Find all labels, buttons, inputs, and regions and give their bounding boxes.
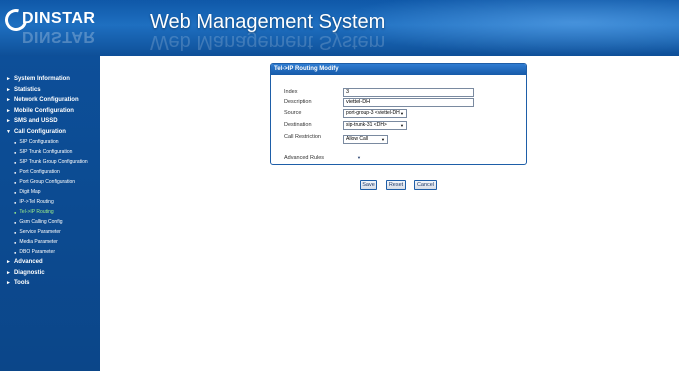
bullet-icon: ► [6,269,11,276]
bullet-icon: ► [6,118,11,125]
bullet-icon: ● [14,229,17,235]
sidebar-item-label: Tools [13,280,30,287]
sidebar-subitem-label: SIP Trunk Configuration [19,149,73,155]
sidebar-subitem-label: IP->Tel Routing [19,199,54,205]
chevron-down-icon: ▼ [400,123,404,128]
chevron-down-icon: ▼ [381,137,385,142]
sidebar-item-diagnostic[interactable]: ► Diagnostic [0,268,100,279]
bullet-icon: ► [6,259,11,266]
sidebar-item-label: SMS and USSD [13,118,58,125]
bullet-icon: ● [14,159,17,165]
bullet-icon: ► [6,86,11,93]
bullet-icon: ● [14,209,17,215]
sidebar-item-label: Call Configuration [13,128,66,135]
bullet-icon: ● [14,219,17,225]
call-restriction-label: Call Restriction [284,134,321,140]
source-row: Source port-group-3 <viettel-DH ▼ [284,109,514,118]
bullet-icon: ● [14,249,17,255]
sidebar-subitem-port-configuration[interactable]: ● Port Configuration [0,167,100,177]
sidebar-subitem-sip-configuration[interactable]: ● SIP Configuration [0,137,100,147]
bullet-icon: ● [14,189,17,195]
routing-modify-panel: Tel->IP Routing Modify Index 3 Descripti… [270,63,527,165]
sidebar-item-label: Statistics [13,86,41,93]
sidebar-subitem-port-group-configuration[interactable]: ● Port Group Configuration [0,177,100,187]
source-select[interactable]: port-group-3 <viettel-DH ▼ [343,109,407,118]
bullet-icon: ▼ [6,128,11,135]
destination-select-value: sip-trunk-31 <DH> [346,122,387,128]
panel-title: Tel->IP Routing Modify [271,64,526,75]
sidebar-subitem-ip-tel-routing[interactable]: ● IP->Tel Routing [0,197,100,207]
sidebar-subitem-label: Media Parameter [19,239,58,245]
logo-text: DINSTAR [22,10,96,27]
sidebar-item-sms-and-ussd[interactable]: ► SMS and USSD [0,116,100,127]
sidebar-subitem-digit-map[interactable]: ● Digit Map [0,187,100,197]
bullet-icon: ● [14,169,17,175]
sidebar-subitem-label: Digit Map [19,189,41,195]
sidebar-subitem-sip-trunk-configuration[interactable]: ● SIP Trunk Configuration [0,147,100,157]
sidebar-subitem-label: Gsm Calling Config [19,219,63,225]
bullet-icon: ● [14,179,17,185]
sidebar-subitem-label: Port Group Configuration [19,179,76,185]
bullet-icon: ● [14,239,17,245]
index-input[interactable]: 3 [343,88,474,97]
bullet-icon: ► [6,107,11,114]
sidebar-subitem-label: SIP Configuration [19,139,59,145]
save-button[interactable]: Save [360,180,377,190]
description-label: Description [284,99,312,105]
sidebar-item-label: Diagnostic [13,269,45,276]
call-restriction-row: Call Restriction Allow Call ▼ [284,133,514,144]
bullet-icon: ► [6,280,11,287]
sidebar-subitem-tel-ip-routing[interactable]: ● Tel->IP Routing [0,207,100,217]
sidebar-subitem-dbo-parameter[interactable]: ● DBO Parameter [0,247,100,257]
call-restriction-select-value: Allow Call [346,136,368,142]
sidebar: ► System Information ► Statistics ► Netw… [0,56,100,371]
sidebar-item-label: Mobile Configuration [13,107,74,114]
description-input[interactable]: viettel-DH [343,98,474,107]
sidebar-subitem-label: Service Parameter [19,229,61,235]
logo-reflection: DINSTAR [22,28,96,45]
description-row: Description viettel-DH [284,98,514,107]
destination-row: Destination sip-trunk-31 <DH> ▼ [284,121,514,130]
sidebar-subitem-label: Tel->IP Routing [19,209,54,215]
cancel-button[interactable]: Cancel [414,180,437,190]
sidebar-item-label: System Information [13,76,70,83]
chevron-down-icon: ▼ [400,111,404,116]
sidebar-subitem-media-parameter[interactable]: ● Media Parameter [0,237,100,247]
sidebar-item-label: Network Configuration [13,97,79,104]
sidebar-subitem-label: DBO Parameter [19,249,55,255]
destination-label: Destination [284,122,312,128]
page-title-reflection: Web Management System [150,31,386,53]
sidebar-subitem-label: Port Configuration [19,169,60,175]
sidebar-item-call-configuration[interactable]: ▼ Call Configuration [0,127,100,138]
call-restriction-select[interactable]: Allow Call ▼ [343,135,388,144]
advanced-rules-label: Advanced Rules [284,155,325,161]
reset-button[interactable]: Reset [386,180,406,190]
destination-select[interactable]: sip-trunk-31 <DH> ▼ [343,121,407,130]
app-header: DINSTAR DINSTAR Web Management System We… [0,0,679,56]
sidebar-item-network-configuration[interactable]: ► Network Configuration [0,95,100,106]
index-row: Index 3 [284,88,514,97]
sidebar-subitem-gsm-calling-config[interactable]: ● Gsm Calling Config [0,217,100,227]
sidebar-item-advanced[interactable]: ► Advanced [0,257,100,268]
advanced-rules-row[interactable]: Advanced Rules ▼ [284,154,514,163]
index-label: Index [284,89,298,95]
sidebar-subitem-label: SIP Trunk Group Configuration [19,159,88,165]
triangle-down-icon[interactable]: ▼ [357,155,361,160]
bullet-icon: ● [14,139,17,145]
bullet-icon: ● [14,149,17,155]
sidebar-subitem-sip-trunk-group-configuration[interactable]: ● SIP Trunk Group Configuration [0,157,100,167]
sidebar-item-system-information[interactable]: ► System Information [0,74,100,85]
sidebar-item-label: Advanced [13,259,43,266]
bullet-icon: ► [6,76,11,83]
sidebar-subitem-service-parameter[interactable]: ● Service Parameter [0,227,100,237]
source-label: Source [284,110,302,116]
sidebar-item-statistics[interactable]: ► Statistics [0,85,100,96]
sidebar-item-mobile-configuration[interactable]: ► Mobile Configuration [0,106,100,117]
sidebar-item-tools[interactable]: ► Tools [0,278,100,289]
bullet-icon: ► [6,97,11,104]
bullet-icon: ● [14,199,17,205]
source-select-value: port-group-3 <viettel-DH [346,110,400,116]
